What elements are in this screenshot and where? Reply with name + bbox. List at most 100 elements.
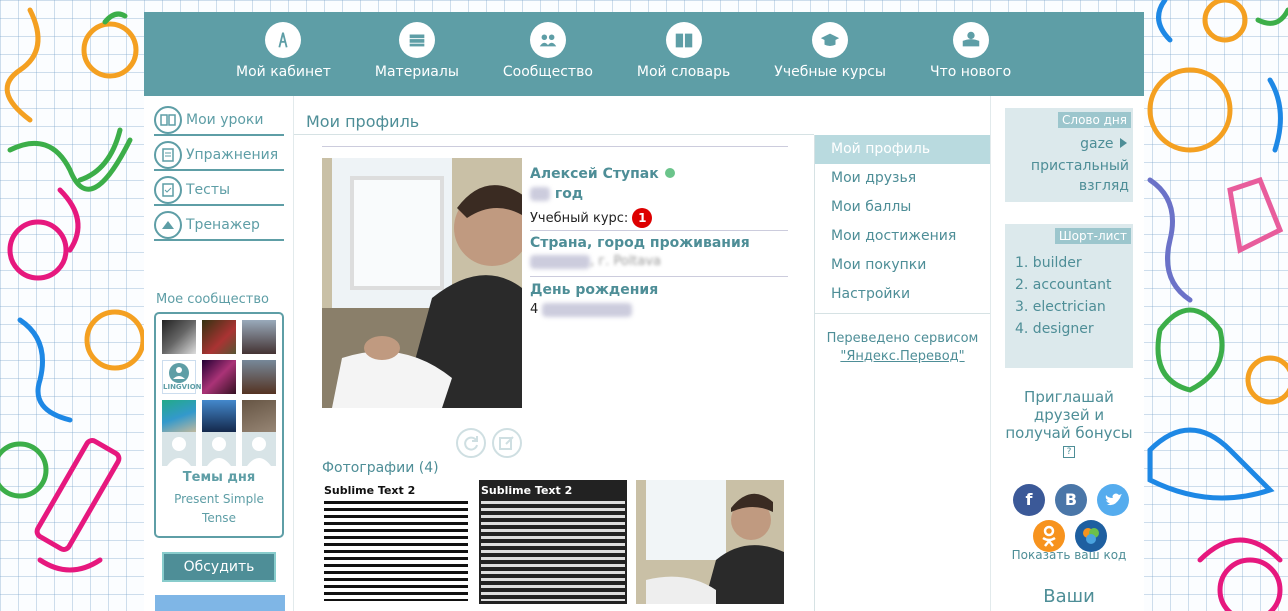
shortlist-item[interactable]: 2. accountant	[1015, 274, 1112, 296]
user-silhouette-icon	[207, 437, 231, 466]
vk-icon[interactable]: B	[1055, 484, 1087, 516]
community-title: Мое сообщество	[156, 292, 269, 307]
page-title: Мои профиль	[306, 112, 420, 131]
nav-dictionary[interactable]: Мой словарь	[637, 12, 730, 96]
nav-label: Что нового	[929, 64, 1012, 80]
twitter-bird-glyph	[1105, 493, 1122, 506]
sidebar-item-tests[interactable]: Тесты	[154, 176, 284, 206]
birthday-value: 4	[530, 302, 633, 317]
online-status-icon	[664, 168, 675, 178]
profile-photo-image	[322, 158, 522, 408]
nav-label: Учебные курсы	[774, 64, 886, 80]
menu-my-points[interactable]: Мои баллы	[815, 193, 990, 222]
refresh-icon	[464, 436, 478, 451]
menu-my-profile[interactable]: Мой профиль	[815, 135, 990, 164]
sidebar-item-label: Тренажер	[186, 217, 260, 233]
twitter-icon[interactable]	[1097, 484, 1129, 516]
friend-avatar[interactable]	[242, 320, 276, 354]
edit-icon	[499, 436, 514, 450]
birthday-day: 4	[530, 302, 539, 317]
lingvion-avatar[interactable]: LINGVION	[162, 360, 202, 394]
sidebar-item-exercises[interactable]: Упражнения	[154, 141, 284, 171]
left-sidebar: Мои уроки Упражнения Тесты Тренажер Мое …	[144, 96, 294, 611]
profile-photo[interactable]	[322, 158, 522, 408]
shortlist: 1. builder 2. accountant 3. electrician …	[1015, 252, 1112, 340]
shortlist-box: Шорт-лист 1. builder 2. accountant 3. el…	[1005, 224, 1133, 368]
friend-avatar[interactable]	[202, 320, 236, 354]
topics-of-day-link[interactable]: Present Simple Tense	[156, 490, 282, 528]
photos-title[interactable]: Фотографии (4)	[322, 460, 439, 476]
sidebar-item-lessons[interactable]: Мои уроки	[154, 106, 284, 136]
invite-text: Приглашай друзей и получай бонусы	[1005, 388, 1133, 442]
nav-label: Сообщество	[502, 64, 593, 80]
discuss-button[interactable]: Обсудить	[162, 552, 276, 582]
news-icon	[952, 22, 989, 58]
shortlist-item[interactable]: 4. designer	[1015, 318, 1112, 340]
help-icon[interactable]: ?	[1063, 445, 1075, 458]
divider	[322, 146, 788, 147]
top-navigation: Мой кабинет Материалы Сообщество Мой сло…	[144, 12, 1144, 96]
community-icon	[529, 22, 566, 58]
placeholder-avatar[interactable]	[242, 432, 276, 466]
edit-profile-button[interactable]	[492, 428, 522, 458]
course-count-badge[interactable]: 1	[632, 208, 653, 228]
dashboard-icon	[265, 22, 302, 58]
profile-age: год	[530, 186, 583, 202]
redacted-birthday	[542, 302, 633, 317]
nav-courses[interactable]: Учебные курсы	[774, 12, 886, 96]
code-lines	[324, 501, 468, 601]
sidebar-banner	[155, 595, 285, 611]
yandex-translate-link[interactable]: "Яндекс.Перевод"	[840, 349, 964, 364]
community-box: LINGVION Темы дня Present Simple Tense	[154, 312, 284, 538]
shortlist-item[interactable]: 3. electrician	[1015, 296, 1112, 318]
change-photo-button[interactable]	[456, 428, 486, 458]
show-code-link[interactable]: Показать ваш код	[1005, 548, 1133, 562]
profile-name: Алексей Ступак	[530, 166, 675, 182]
thumb-title: Sublime Text 2	[481, 484, 573, 497]
friend-avatar[interactable]	[242, 360, 276, 394]
title-divider	[294, 134, 814, 135]
word-of-day-translation: пристальный взгляд	[1030, 158, 1129, 194]
menu-my-friends[interactable]: Мои друзья	[815, 164, 990, 193]
thumb-title: Sublime Text 2	[324, 484, 416, 497]
friend-avatar[interactable]	[202, 400, 236, 434]
sidebar-item-trainer[interactable]: Тренажер	[154, 211, 284, 241]
friend-avatar[interactable]	[162, 320, 196, 354]
user-silhouette-icon	[167, 437, 191, 466]
course-label: Учебный курс:	[530, 211, 629, 226]
invite-friends: Приглашай друзей и получай бонусы ?	[1005, 388, 1133, 460]
word-of-day-english[interactable]: gaze	[1080, 136, 1127, 152]
photo-thumbnail[interactable]	[636, 480, 784, 604]
profile-menu: Мой профиль Мои друзья Мои баллы Мои дос…	[814, 135, 990, 611]
menu-divider	[815, 313, 990, 314]
photo-thumbnail[interactable]: Sublime Text 2	[479, 480, 627, 604]
shortlist-item[interactable]: 1. builder	[1015, 252, 1112, 274]
yours-heading: Ваши	[1043, 586, 1095, 607]
page-container: Мой кабинет Материалы Сообщество Мой сло…	[144, 12, 1144, 611]
nav-my-cabinet[interactable]: Мой кабинет	[236, 12, 331, 96]
course-row: Учебный курс: 1	[530, 208, 653, 228]
friend-avatar[interactable]	[242, 400, 276, 434]
photo-thumbnail[interactable]: Sublime Text 2	[322, 480, 470, 604]
menu-my-achievements[interactable]: Мои достижения	[815, 222, 990, 251]
location-label: Страна, город проживания	[530, 235, 750, 251]
placeholder-avatar[interactable]	[162, 432, 196, 466]
play-icon[interactable]	[1120, 138, 1127, 148]
menu-my-purchases[interactable]: Мои покупки	[815, 251, 990, 280]
redacted-country	[530, 254, 590, 269]
friend-avatar[interactable]	[162, 400, 196, 434]
nav-label: Мой словарь	[636, 64, 731, 80]
menu-settings[interactable]: Настройки	[815, 280, 990, 309]
nav-materials[interactable]: Материалы	[375, 12, 459, 96]
nav-whats-new[interactable]: Что нового	[930, 12, 1011, 96]
placeholder-avatar[interactable]	[202, 432, 236, 466]
lessons-icon	[154, 106, 182, 134]
sidebar-item-label: Мои уроки	[186, 112, 264, 128]
facebook-icon[interactable]: f	[1013, 484, 1045, 516]
right-sidebar: Слово дня gaze пристальный взгляд Шорт-л…	[990, 96, 1144, 611]
user-silhouette-icon	[247, 437, 271, 466]
trainer-icon	[154, 211, 182, 239]
friend-avatar[interactable]	[202, 360, 236, 394]
word-of-day-box: Слово дня gaze пристальный взгляд	[1005, 108, 1133, 202]
nav-community[interactable]: Сообщество	[503, 12, 593, 96]
